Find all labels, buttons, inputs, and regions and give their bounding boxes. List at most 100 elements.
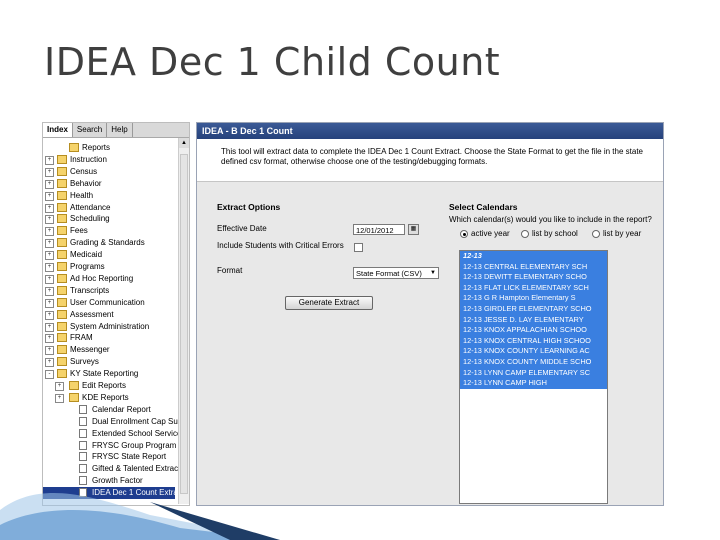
tree-item-label: Census xyxy=(70,166,98,176)
folder-icon xyxy=(57,202,67,212)
tree-item[interactable]: + Census xyxy=(43,166,175,178)
expand-icon[interactable]: + xyxy=(45,215,54,225)
tree-item-label: Dual Enrollment Cap Summ xyxy=(92,416,190,426)
calendar-listbox[interactable]: 12-13 12-13 CENTRAL ELEMENTARY SCH 12-13 D… xyxy=(459,250,608,504)
scroll-up-icon[interactable]: ▲ xyxy=(179,138,189,148)
expand-icon[interactable]: + xyxy=(45,310,54,320)
tab-index[interactable]: Index xyxy=(43,123,73,137)
calendar-option[interactable]: 12-13 LYNN CAMP HIGH xyxy=(460,378,607,389)
calendar-option[interactable]: 12-13 CENTRAL ELEMENTARY SCH xyxy=(460,261,607,273)
folder-icon xyxy=(57,226,67,236)
calendar-option[interactable]: 12-13 KNOX COUNTY MIDDLE SCHO xyxy=(460,356,607,368)
radio-active-year-label: active year xyxy=(471,229,510,238)
expand-icon[interactable]: + xyxy=(45,298,54,308)
calendar-option[interactable]: 12-13 KNOX CENTRAL HIGH SCHOO xyxy=(460,335,607,347)
tree-item[interactable]: + System Administration xyxy=(43,321,175,333)
folder-icon xyxy=(69,392,79,402)
tree-item[interactable]: + KDE Reports xyxy=(43,392,175,404)
expand-icon[interactable]: + xyxy=(45,191,54,201)
tree-item-label: Programs xyxy=(70,262,105,271)
folder-icon xyxy=(57,166,67,176)
folder-icon xyxy=(57,178,67,188)
tree-item[interactable]: + Programs xyxy=(43,261,175,273)
expand-icon[interactable]: + xyxy=(45,358,54,368)
radio-list-by-school[interactable] xyxy=(521,230,529,238)
select-calendars-title: Select Calendars xyxy=(449,202,518,212)
folder-icon xyxy=(57,238,67,248)
window-title: IDEA - B Dec 1 Count xyxy=(197,123,663,139)
collapse-icon[interactable]: - xyxy=(45,370,54,380)
tree-item-label: Attendance xyxy=(70,202,111,212)
tree-item-label: System Administration xyxy=(70,321,150,331)
folder-icon xyxy=(57,369,67,379)
calendar-option[interactable]: 12-13 GIRDLER ELEMENTARY SCHO xyxy=(460,303,607,315)
expand-icon[interactable]: + xyxy=(45,155,54,165)
tree-item[interactable]: + Assessment xyxy=(43,309,175,321)
folder-icon xyxy=(57,345,67,355)
expand-icon[interactable]: + xyxy=(45,227,54,237)
format-select[interactable]: State Format (CSV) ▼ xyxy=(353,267,439,279)
tree-item[interactable]: + User Communication xyxy=(43,297,175,309)
tree-item-label: Transcripts xyxy=(70,285,110,295)
tab-help[interactable]: Help xyxy=(107,123,133,137)
report-icon xyxy=(79,416,87,426)
folder-icon xyxy=(57,190,67,200)
tree-item-label: Calendar Report xyxy=(92,404,151,414)
expand-icon[interactable]: + xyxy=(45,322,54,332)
calendar-option[interactable]: 12-13 JESSE D. LAY ELEMENTARY xyxy=(460,314,607,326)
calendar-option[interactable]: 12-13 DEWITT ELEMENTARY SCHO xyxy=(460,272,607,283)
expand-icon[interactable]: + xyxy=(45,167,54,177)
tree-item[interactable]: + Behavior xyxy=(43,178,175,190)
include-critical-checkbox[interactable] xyxy=(354,243,363,252)
tree-item[interactable]: + Fees xyxy=(43,225,175,237)
expand-icon[interactable]: + xyxy=(45,251,54,261)
expand-icon[interactable]: + xyxy=(45,203,54,213)
expand-icon[interactable]: + xyxy=(45,286,54,296)
folder-icon xyxy=(57,309,67,319)
expand-icon[interactable]: + xyxy=(45,239,54,249)
calendar-option[interactable]: 12-13 FLAT LICK ELEMENTARY SCH xyxy=(460,282,607,294)
tree-item-label: KDE Reports xyxy=(82,392,129,402)
radio-list-by-year[interactable] xyxy=(592,230,600,238)
expand-icon[interactable]: + xyxy=(45,346,54,356)
expand-icon[interactable]: + xyxy=(55,382,64,391)
tree-item[interactable]: Dual Enrollment Cap Summ xyxy=(43,416,189,428)
tree-item[interactable]: Extended School Services xyxy=(43,428,185,440)
tree-item[interactable]: + Scheduling xyxy=(43,213,175,225)
tree-item[interactable]: + Health xyxy=(43,190,175,202)
tree-item[interactable]: Calendar Report xyxy=(43,404,175,416)
calendar-icon[interactable]: ▦ xyxy=(408,224,419,235)
generate-extract-button[interactable]: Generate Extract xyxy=(285,296,373,310)
radio-active-year[interactable] xyxy=(460,230,468,238)
tree-item[interactable]: + Grading & Standards xyxy=(43,237,175,249)
calendar-option[interactable]: 12-13 KNOX COUNTY LEARNING AC xyxy=(460,346,607,357)
tree-item[interactable]: + Medicaid xyxy=(43,249,175,261)
tree-item[interactable]: + Transcripts xyxy=(43,285,175,297)
intro-text: This tool will extract data to complete … xyxy=(221,147,643,166)
tree-item-label: FRAM xyxy=(70,333,93,343)
folder-icon xyxy=(57,333,67,343)
format-value: State Format (CSV) xyxy=(356,269,422,278)
expand-icon[interactable]: + xyxy=(45,334,54,344)
folder-icon xyxy=(69,143,79,152)
nav-tabs: Index Search Help xyxy=(43,123,189,138)
expand-icon[interactable]: + xyxy=(55,393,64,403)
folder-icon xyxy=(57,273,67,283)
tree-item[interactable]: + Instruction xyxy=(43,154,175,166)
tree-item[interactable]: + Edit Reports xyxy=(43,380,175,392)
tree-item[interactable]: + Messenger xyxy=(43,344,175,356)
tree-item[interactable]: + FRAM xyxy=(43,332,175,344)
tree-item[interactable]: - KY State Reporting xyxy=(43,368,175,380)
expand-icon[interactable]: + xyxy=(45,263,54,272)
calendar-option[interactable]: 12-13 LYNN CAMP ELEMENTARY SC xyxy=(460,367,607,379)
tree-item[interactable]: Reports xyxy=(43,142,175,154)
tree-item[interactable]: + Attendance xyxy=(43,202,175,214)
tree-item[interactable]: + Ad Hoc Reporting xyxy=(43,273,175,285)
tab-search[interactable]: Search xyxy=(73,123,108,137)
expand-icon[interactable]: + xyxy=(45,179,54,189)
expand-icon[interactable]: + xyxy=(45,274,54,284)
calendar-option[interactable]: 12-13 G R Hampton Elementary S xyxy=(460,293,607,304)
tree-item[interactable]: + Surveys xyxy=(43,356,175,368)
effective-date-input[interactable]: 12/01/2012 xyxy=(353,224,405,235)
calendar-option[interactable]: 12-13 KNOX APPALACHIAN SCHOO xyxy=(460,325,607,336)
